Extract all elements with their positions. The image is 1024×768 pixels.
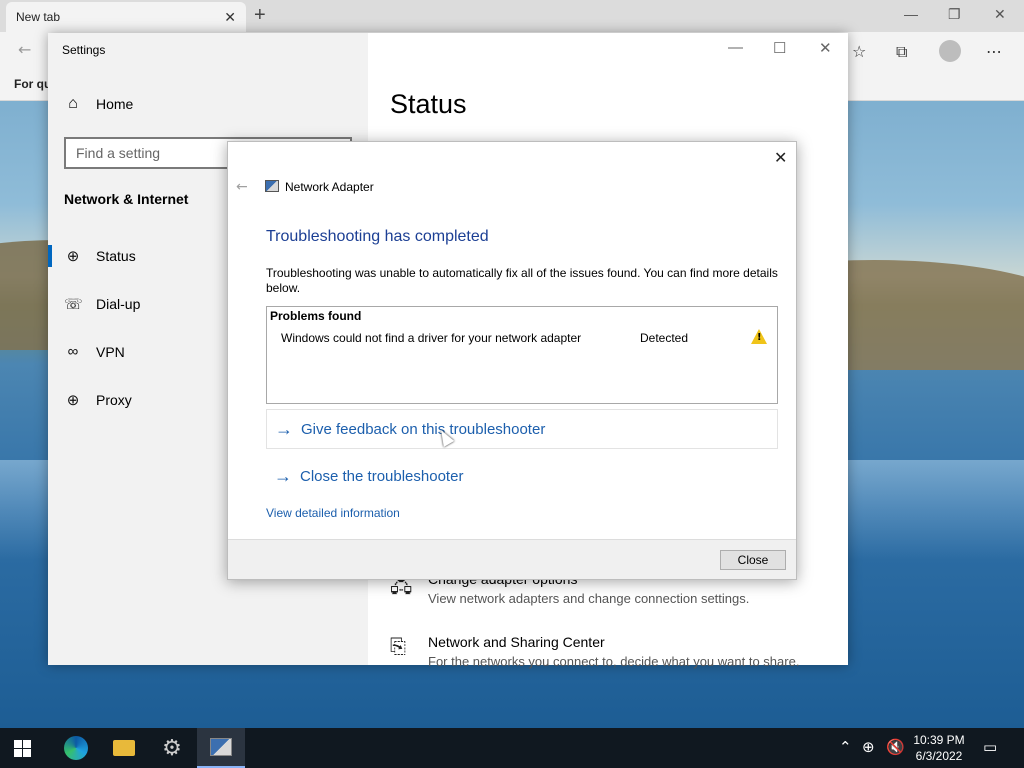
problem-description: Windows could not find a driver for your… [281, 331, 582, 345]
sidebar-item-label: Dial-up [96, 296, 141, 312]
window-title: Settings [62, 43, 106, 57]
nav-home[interactable]: ⌂ Home [64, 95, 133, 113]
sidebar-item-label: Status [96, 248, 136, 264]
volume-muted-icon[interactable]: 🔇 [886, 738, 905, 756]
gear-icon: ⚙ [162, 735, 182, 761]
problems-header: Problems found [270, 309, 362, 323]
close-troubleshooter-link[interactable]: → Close the troubleshooter [266, 456, 778, 496]
taskbar-network-troubleshooter[interactable] [197, 728, 245, 768]
network-adapter-icon [265, 180, 279, 192]
search-placeholder: Find a setting [76, 145, 161, 161]
system-clock[interactable]: 10:39 PM 6/3/2022 [905, 732, 973, 764]
restore-button[interactable]: ❐ [948, 6, 961, 23]
minimize-button[interactable]: — [904, 6, 918, 22]
sharing-center-icon: ⎘ [390, 634, 406, 658]
taskbar-settings[interactable]: ⚙ [148, 728, 196, 768]
back-arrow-icon[interactable]: ← [236, 179, 248, 195]
arrow-right-icon: → [275, 418, 293, 439]
section-title: Network & Internet [64, 191, 189, 207]
edge-icon [64, 736, 88, 760]
taskbar: ⚙ ⌃ ⊕ 🔇 10:39 PM 6/3/2022 ▭ [0, 728, 1024, 768]
sidebar-item-status[interactable]: ⊕ Status [64, 247, 136, 265]
sidebar-item-vpn[interactable]: ∞ VPN [64, 343, 125, 360]
related-setting-sharing-center[interactable]: ⎘ Network and Sharing Center For the net… [390, 634, 799, 669]
vpn-icon: ∞ [67, 343, 79, 360]
globe-icon: ⊕ [66, 392, 80, 409]
sidebar-item-label: VPN [96, 343, 125, 360]
minimize-button[interactable]: — [728, 39, 743, 56]
network-globe-icon[interactable]: ⊕ [862, 738, 875, 756]
browser-tab[interactable]: New tab ✕ [6, 2, 246, 32]
give-feedback-link[interactable]: → Give feedback on this troubleshooter [266, 409, 778, 449]
action-label: Close the troubleshooter [300, 467, 464, 485]
sidebar-item-dialup[interactable]: ☏ Dial-up [64, 295, 140, 313]
dialup-icon: ☏ [64, 296, 83, 313]
profile-icon[interactable] [939, 40, 961, 62]
dialog-footer: Close [228, 539, 796, 579]
active-indicator [48, 245, 52, 267]
taskbar-edge[interactable] [52, 728, 100, 768]
troubleshooter-dialog: ✕ ← Network Adapter Troubleshooting has … [227, 141, 797, 580]
problems-list: Problems found Windows could not find a … [266, 306, 778, 404]
sidebar-item-label: Proxy [96, 392, 132, 408]
sidebar-item-proxy[interactable]: ⊕ Proxy [64, 391, 132, 409]
related-setting-subtitle: View network adapters and change connect… [428, 591, 750, 606]
globe-icon: ⊕ [66, 248, 80, 265]
more-icon[interactable]: ⋯ [986, 42, 1002, 61]
maximize-button[interactable]: ☐ [773, 39, 786, 57]
close-icon[interactable]: ✕ [774, 148, 787, 167]
page-title: Status [390, 89, 467, 119]
settings-close-button[interactable]: ✕ [819, 39, 832, 57]
nav-home-label: Home [96, 96, 134, 112]
taskbar-file-explorer[interactable] [100, 728, 148, 768]
new-tab-button[interactable]: + [254, 4, 266, 27]
home-icon: ⌂ [68, 95, 78, 112]
windows-start-icon[interactable] [14, 740, 31, 757]
collections-icon[interactable]: ⧉ [896, 42, 907, 62]
view-detailed-information-link[interactable]: View detailed information [266, 506, 400, 520]
clock-time: 10:39 PM [913, 733, 965, 747]
dialog-description: Troubleshooting was unable to automatica… [266, 266, 778, 295]
related-setting-subtitle: For the networks you connect to, decide … [428, 654, 800, 669]
action-label: Give feedback on this troubleshooter [301, 420, 546, 438]
dialog-title: Network Adapter [285, 180, 374, 194]
favorites-icon[interactable]: ☆ [852, 42, 866, 61]
close-icon[interactable]: ✕ [224, 9, 236, 26]
chevron-up-icon[interactable]: ⌃ [839, 738, 852, 756]
arrow-right-icon: → [274, 465, 292, 486]
favorites-bar-text[interactable]: For qu [14, 77, 51, 91]
network-adapter-icon [210, 738, 232, 756]
close-button[interactable]: Close [720, 550, 786, 570]
related-setting-title: Network and Sharing Center [428, 634, 605, 650]
notifications-icon[interactable]: ▭ [983, 738, 997, 756]
folder-icon [113, 740, 135, 756]
browser-tab-title: New tab [16, 10, 61, 24]
warning-icon: ! [751, 329, 767, 344]
back-arrow-icon[interactable]: ← [18, 40, 31, 59]
dialog-heading: Troubleshooting has completed [266, 228, 489, 245]
clock-date: 6/3/2022 [915, 749, 963, 763]
browser-close-button[interactable]: ✕ [994, 6, 1006, 23]
problem-status: Detected [640, 331, 689, 345]
